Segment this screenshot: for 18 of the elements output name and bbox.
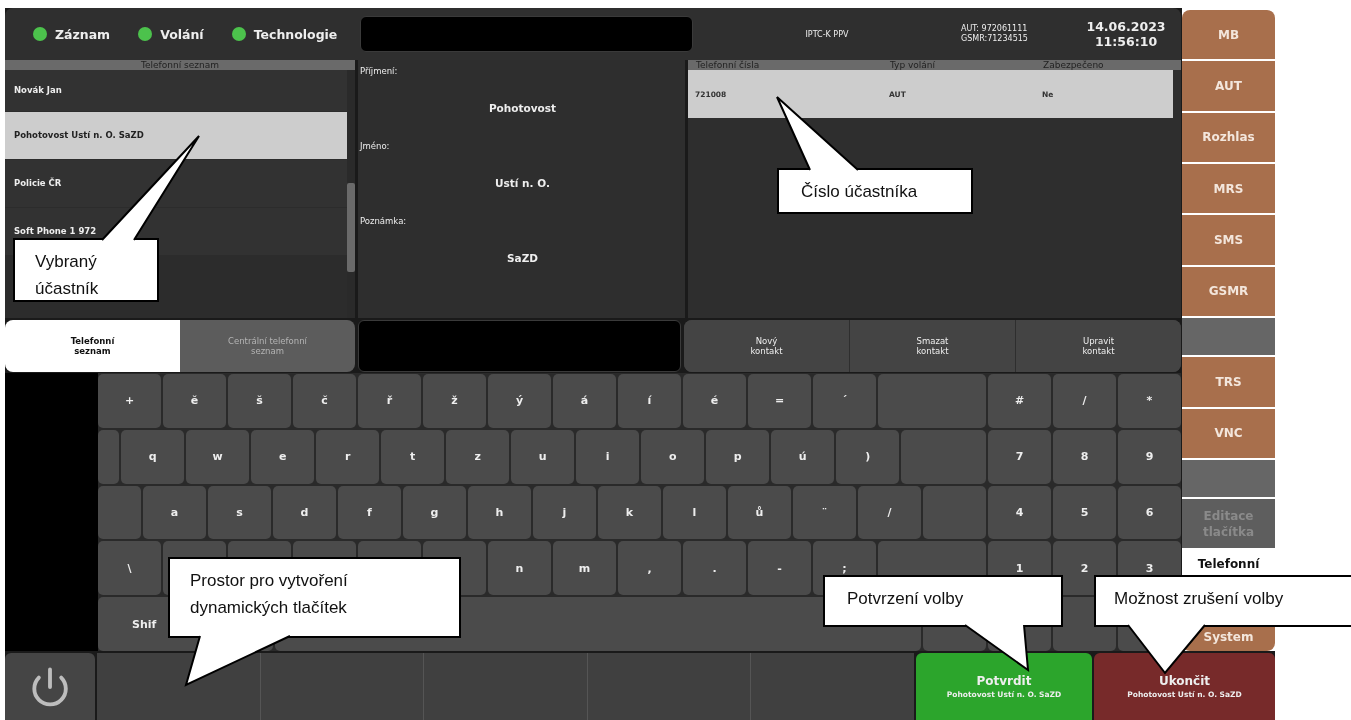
table-header: Telefonní čísla Typ volání Zabezpečeno [688,60,1181,70]
status-label: Technologie [253,26,338,42]
field-label: Jméno: [360,141,391,151]
field-value: SaZD [507,252,538,264]
field-value: Ustí n. O. [495,177,550,189]
status-label: Záznam [55,26,111,42]
field-value: Pohotovost [488,102,557,114]
field-label: Příjmení: [360,66,399,76]
callout-tooltip: Číslo účastníka [777,168,973,214]
status-label: Volání [160,26,204,42]
phone-number-text: AUT: 972061111 [961,24,1029,34]
list-header: Telefonní seznam [5,60,355,70]
phone-number-text: GSMR:71234515 [961,34,1029,44]
field-label: Poznámka: [360,216,408,226]
station-name: IPTC-K PPV [804,29,850,39]
time-text: 11:56:10 [1094,34,1158,49]
callout-tooltip: Vybraný účastník [13,238,159,302]
date-text: 14.06.2023 [1086,19,1166,34]
